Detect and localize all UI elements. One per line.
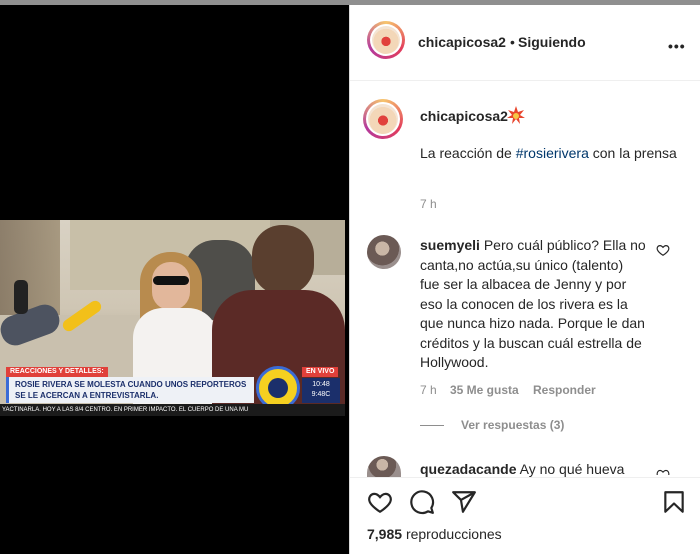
heart-icon[interactable]	[656, 243, 670, 257]
video-sunglasses	[153, 276, 189, 285]
clock-time: 10:48	[312, 381, 330, 388]
reply-button[interactable]: Responder	[533, 383, 596, 397]
video-player[interactable]: REACCIONES Y DETALLES: ROSIE RIVERA SE M…	[0, 220, 345, 416]
action-bar: 7,985 reproducciones	[350, 478, 700, 554]
caption-text-2: con la prensa	[588, 145, 677, 161]
video-microphone-2	[14, 280, 28, 314]
heart-icon[interactable]	[656, 467, 670, 475]
follow-status-button[interactable]: Siguiendo	[518, 34, 586, 50]
video-headline: ROSIE RIVERA SE MOLESTA CUANDO UNOS REPO…	[15, 380, 247, 400]
video-headline-band: ROSIE RIVERA SE MOLESTA CUANDO UNOS REPO…	[6, 377, 254, 403]
video-woman-face	[152, 262, 190, 310]
comment-text: Pero cuál público? Ella no canta,no actú…	[420, 237, 646, 370]
header-separator: •	[510, 34, 515, 50]
caption-avatar[interactable]	[363, 99, 403, 139]
video-man-head	[252, 225, 314, 295]
more-icon[interactable]: •••	[668, 38, 686, 54]
header-divider	[350, 80, 700, 81]
video-tag-label: REACCIONES Y DETALLES:	[6, 367, 108, 377]
caption-username[interactable]: chicapicosa2	[420, 108, 508, 124]
like-icon[interactable]	[367, 489, 393, 515]
comment-avatar[interactable]	[367, 456, 401, 478]
caption-text-1: La reacción de	[420, 145, 516, 161]
post-timestamp[interactable]: 7 h	[420, 197, 437, 211]
media-panel: REACCIONES Y DETALLES: ROSIE RIVERA SE M…	[0, 5, 349, 554]
views-number: 7,985	[367, 526, 403, 542]
comment-avatar[interactable]	[367, 235, 401, 269]
clock-temp: 9:48C	[311, 391, 331, 398]
post-details-panel: chicapicosa2 • Siguiendo ••• chicapicosa…	[350, 5, 700, 554]
replies-divider-line	[420, 425, 444, 426]
video-clock: 10:48 9:48C	[302, 378, 340, 403]
comment-text: Ay no qué hueva	[519, 461, 625, 477]
comment-likes[interactable]: 35 Me gusta	[450, 383, 519, 397]
live-tag: EN VIVO	[302, 367, 339, 377]
share-icon[interactable]	[451, 489, 477, 515]
comment-username[interactable]: suemyeli	[420, 237, 480, 253]
comment-username[interactable]: quezadacande	[420, 461, 516, 477]
views-label: reproducciones	[405, 526, 502, 542]
header-username[interactable]: chicapicosa2	[418, 34, 506, 50]
comment-item: suemyeli Pero cuál público? Ella no cant…	[420, 236, 646, 373]
fire-emoji-icon	[507, 106, 525, 124]
view-replies-button[interactable]: Ver respuestas (3)	[461, 418, 564, 432]
comment-timestamp[interactable]: 7 h	[420, 383, 437, 397]
views-count: 7,985 reproducciones	[367, 526, 502, 542]
news-ticker: YACTINARLA. HOY A LAS 8/4 CENTRO. EN PRI…	[0, 404, 345, 416]
comment-icon[interactable]	[409, 489, 435, 515]
caption-hashtag[interactable]: #rosierivera	[516, 145, 589, 161]
header-avatar[interactable]	[367, 21, 405, 59]
post-caption: La reacción de #rosierivera con la prens…	[420, 143, 680, 163]
save-icon[interactable]	[661, 489, 687, 515]
